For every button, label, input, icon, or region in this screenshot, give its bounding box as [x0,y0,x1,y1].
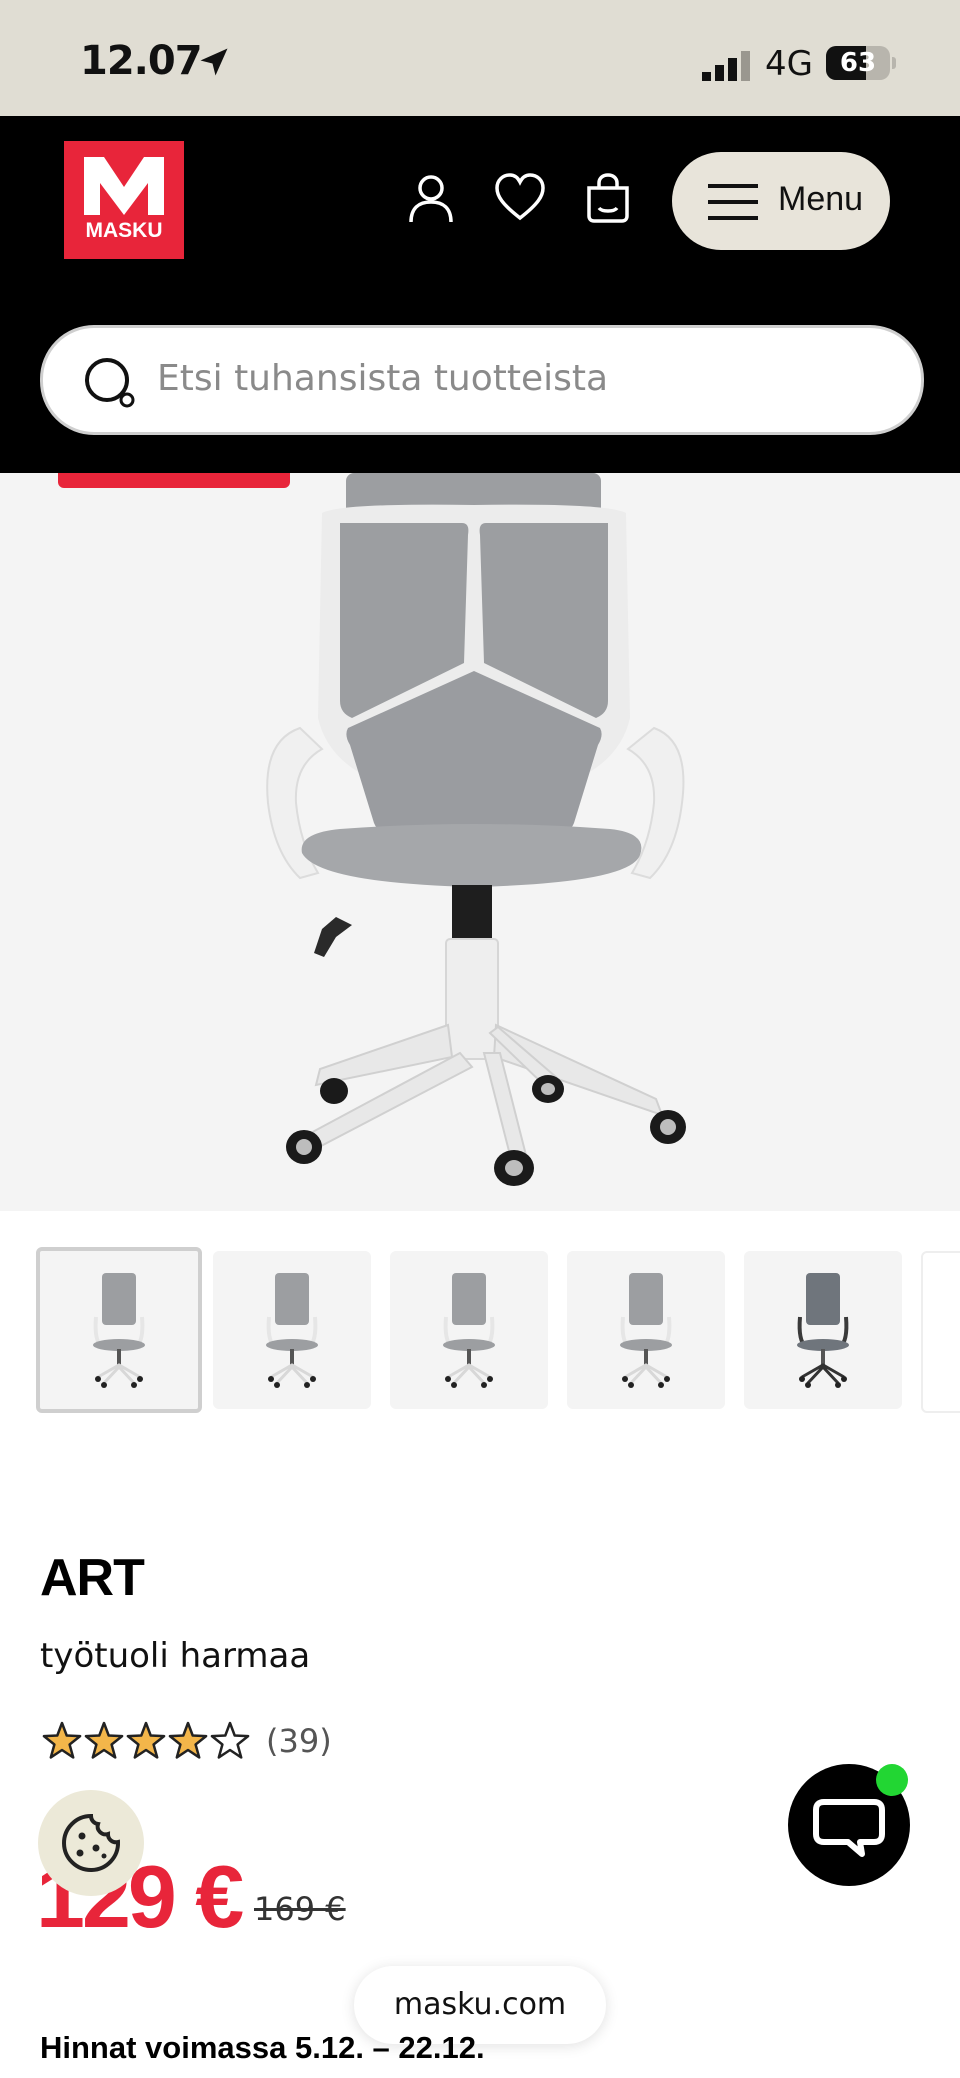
cookie-settings-button[interactable] [38,1790,144,1896]
logo-m-mark [84,157,164,215]
product-description: työtuoli harmaa [40,1636,311,1676]
chair-thumbnail-image [266,1273,318,1388]
menu-button[interactable]: Menu [672,152,890,250]
network-type: 4G [765,44,813,84]
site-header: MASKU Menu Etsi tuhansista tuotteista [0,116,960,473]
product-thumbnail[interactable] [567,1251,725,1409]
search-bar[interactable]: Etsi tuhansista tuotteista [40,325,924,435]
product-thumbnail[interactable] [921,1251,960,1413]
status-time: 12.07 [80,38,203,84]
star-empty-icon [210,1721,250,1759]
chair-thumbnail-image [93,1273,145,1388]
star-filled-icon [168,1721,208,1759]
wishlist-heart-icon[interactable] [494,172,546,224]
rating-stars[interactable] [40,1720,250,1764]
product-title: ART [40,1549,145,1607]
product-thumbnail[interactable] [213,1251,371,1409]
search-placeholder: Etsi tuhansista tuotteista [157,358,609,399]
search-icon [85,358,135,408]
image-thumbnail-strip [0,1247,960,1415]
chair-thumbnail-image [443,1273,495,1388]
account-icon[interactable] [405,172,457,224]
original-price: 169 € [254,1890,346,1928]
logo-wordmark: MASKU [85,219,163,242]
menu-label: Menu [778,180,864,218]
chair-thumbnail-image [797,1273,849,1388]
star-filled-icon [126,1721,166,1759]
price-validity-text: Hinnat voimassa 5.12. – 22.12. [40,2030,485,2065]
chair-thumbnail-image [620,1273,672,1388]
product-thumbnail[interactable] [36,1247,202,1413]
masku-logo[interactable]: MASKU [64,141,184,259]
product-main-image[interactable] [0,473,960,1211]
cookie-icon [62,1813,121,1872]
product-thumbnail[interactable] [390,1251,548,1409]
cart-bag-icon[interactable] [582,172,634,224]
office-chair-image [266,473,686,1186]
review-count[interactable]: (39) [266,1722,332,1760]
battery-icon: 63 [826,46,896,80]
hamburger-icon [708,184,758,220]
location-arrow-icon [200,48,228,76]
star-filled-icon [42,1721,82,1759]
signal-icon [702,51,750,81]
status-bar: 12.07 4G 63 [0,0,960,116]
star-filled-icon [84,1721,124,1759]
battery-level: 63 [839,48,877,78]
product-thumbnail[interactable] [744,1251,902,1409]
online-status-dot [876,1764,908,1796]
